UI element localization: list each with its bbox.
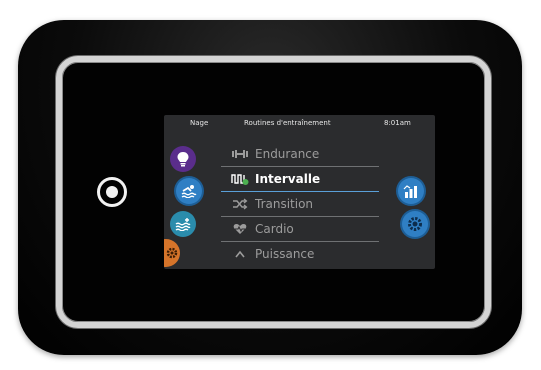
dumbbell-icon	[229, 149, 251, 159]
routine-item-cardio[interactable]: Cardio	[221, 217, 379, 242]
stats-chart-icon	[403, 185, 417, 198]
status-bar: Nage Routines d'entraînement 8:01am	[164, 115, 435, 131]
routine-label: Puissance	[255, 247, 315, 261]
routine-list: Endurance Intervalle Transition Cardio P…	[221, 142, 379, 266]
orange-settings-button[interactable]	[164, 239, 180, 267]
routine-item-transition[interactable]: Transition	[221, 192, 379, 217]
routine-label: Cardio	[255, 222, 294, 236]
routine-item-puissance[interactable]: Puissance	[221, 242, 379, 266]
mode-label: Nage	[190, 119, 209, 127]
settings-gear-icon	[408, 217, 422, 231]
light-bulb-icon	[177, 152, 189, 167]
routine-label: Transition	[255, 197, 314, 211]
orange-gear-icon	[166, 247, 178, 259]
routine-item-endurance[interactable]: Endurance	[221, 142, 379, 167]
screen-title: Routines d'entraînement	[244, 119, 331, 127]
water-button[interactable]	[170, 211, 196, 237]
routine-item-intervalle[interactable]: Intervalle	[221, 167, 379, 192]
stats-button[interactable]	[398, 178, 424, 204]
water-waves-icon	[175, 218, 191, 231]
routine-label: Endurance	[255, 147, 320, 161]
swimmer-icon	[181, 185, 197, 198]
home-button-dot	[106, 186, 118, 198]
light-bulb-button[interactable]	[170, 146, 196, 172]
swim-mode-button[interactable]	[176, 178, 202, 204]
shuffle-icon	[229, 198, 251, 210]
routine-label: Intervalle	[255, 172, 321, 186]
clock: 8:01am	[384, 119, 411, 127]
home-button[interactable]	[97, 177, 127, 207]
chevron-up-icon	[229, 249, 251, 259]
heart-pulse-icon	[229, 223, 251, 235]
interval-wave-icon	[229, 173, 251, 185]
touch-screen: Nage Routines d'entraînement 8:01am Endu…	[164, 115, 435, 269]
settings-button[interactable]	[402, 211, 428, 237]
